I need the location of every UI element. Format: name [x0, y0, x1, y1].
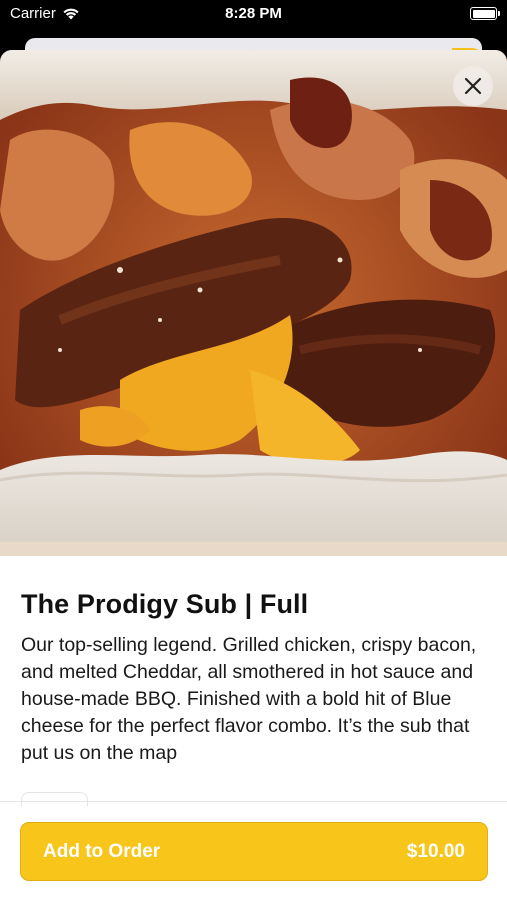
product-sheet: The Prodigy Sub | Full Our top-selling l… [0, 50, 507, 900]
product-details: The Prodigy Sub | Full Our top-selling l… [21, 586, 487, 767]
price-label: $10.00 [406, 840, 465, 862]
product-image [0, 50, 507, 556]
status-bar: Carrier 8:28 PM [0, 0, 507, 30]
product-title: The Prodigy Sub | Full [21, 589, 309, 619]
close-button[interactable] [453, 66, 493, 106]
product-description: Our top-selling legend. Grilled chicken,… [21, 634, 477, 764]
close-icon [464, 77, 482, 95]
option-chip[interactable] [21, 792, 88, 806]
add-to-order-button[interactable]: Add to Order $10.00 [20, 822, 488, 881]
add-to-order-label: Add to Order [43, 840, 161, 862]
footer-divider [0, 801, 507, 802]
status-time: 8:28 PM [225, 5, 282, 22]
battery-icon [470, 7, 500, 20]
sandwich-illustration [0, 50, 507, 556]
